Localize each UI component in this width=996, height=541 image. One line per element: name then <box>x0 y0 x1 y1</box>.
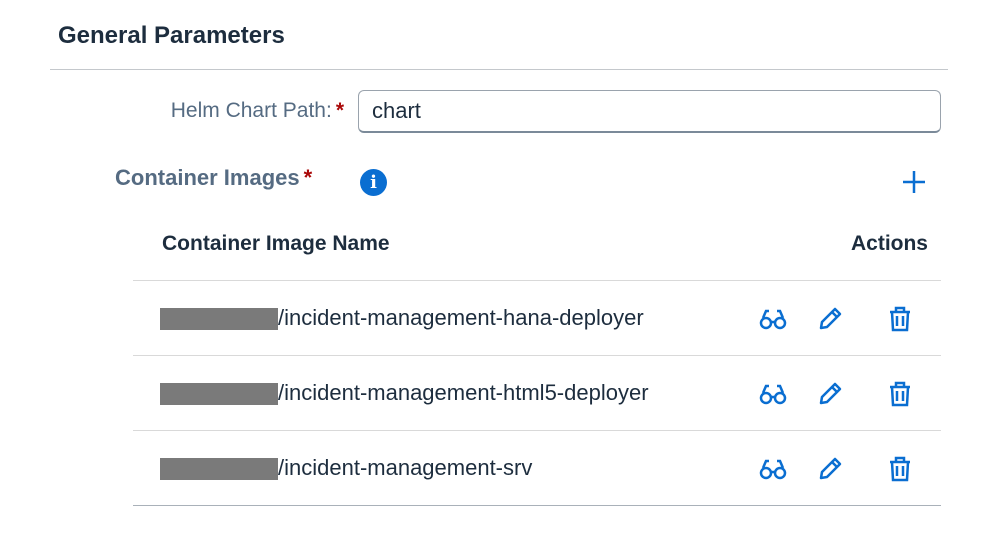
container-image-name: /incident-management-srv <box>278 455 533 480</box>
info-icon[interactable]: i <box>360 169 387 196</box>
section-title: General Parameters <box>58 22 285 49</box>
display-icon[interactable] <box>758 304 788 334</box>
delete-icon[interactable] <box>885 454 915 484</box>
required-marker: * <box>335 99 344 122</box>
general-parameters-panel: General Parameters Helm Chart Path:* Con… <box>0 0 996 541</box>
container-images-label: Container Images * <box>115 165 312 191</box>
redacted-region <box>160 308 278 330</box>
delete-icon[interactable] <box>885 379 915 409</box>
table-row: /incident-management-html5-deployer <box>133 356 941 431</box>
divider <box>50 69 948 70</box>
display-icon[interactable] <box>758 454 788 484</box>
delete-icon[interactable] <box>885 304 915 334</box>
add-icon[interactable] <box>900 168 928 196</box>
table-row: /incident-management-srv <box>133 431 941 506</box>
container-image-name: /incident-management-html5-deployer <box>278 380 649 405</box>
redacted-region <box>160 383 278 405</box>
edit-icon[interactable] <box>815 379 845 409</box>
label-text: Container Images <box>115 165 300 190</box>
display-icon[interactable] <box>758 379 788 409</box>
table-header: Container Image Name Actions <box>133 215 941 281</box>
edit-icon[interactable] <box>815 454 845 484</box>
redacted-region <box>160 458 278 480</box>
helm-chart-path-label: Helm Chart Path: * <box>171 99 344 123</box>
container-images-table: Container Image Name Actions /incident-m… <box>133 215 941 506</box>
edit-icon[interactable] <box>815 304 845 334</box>
label-text: Helm Chart Path: <box>170 99 332 122</box>
required-marker: * <box>303 165 313 190</box>
container-image-name: /incident-management-hana-deployer <box>278 305 644 330</box>
helm-chart-path-input[interactable] <box>358 90 941 133</box>
column-header-name: Container Image Name <box>162 232 390 255</box>
table-row: /incident-management-hana-deployer <box>133 281 941 356</box>
column-header-actions: Actions <box>850 232 928 255</box>
